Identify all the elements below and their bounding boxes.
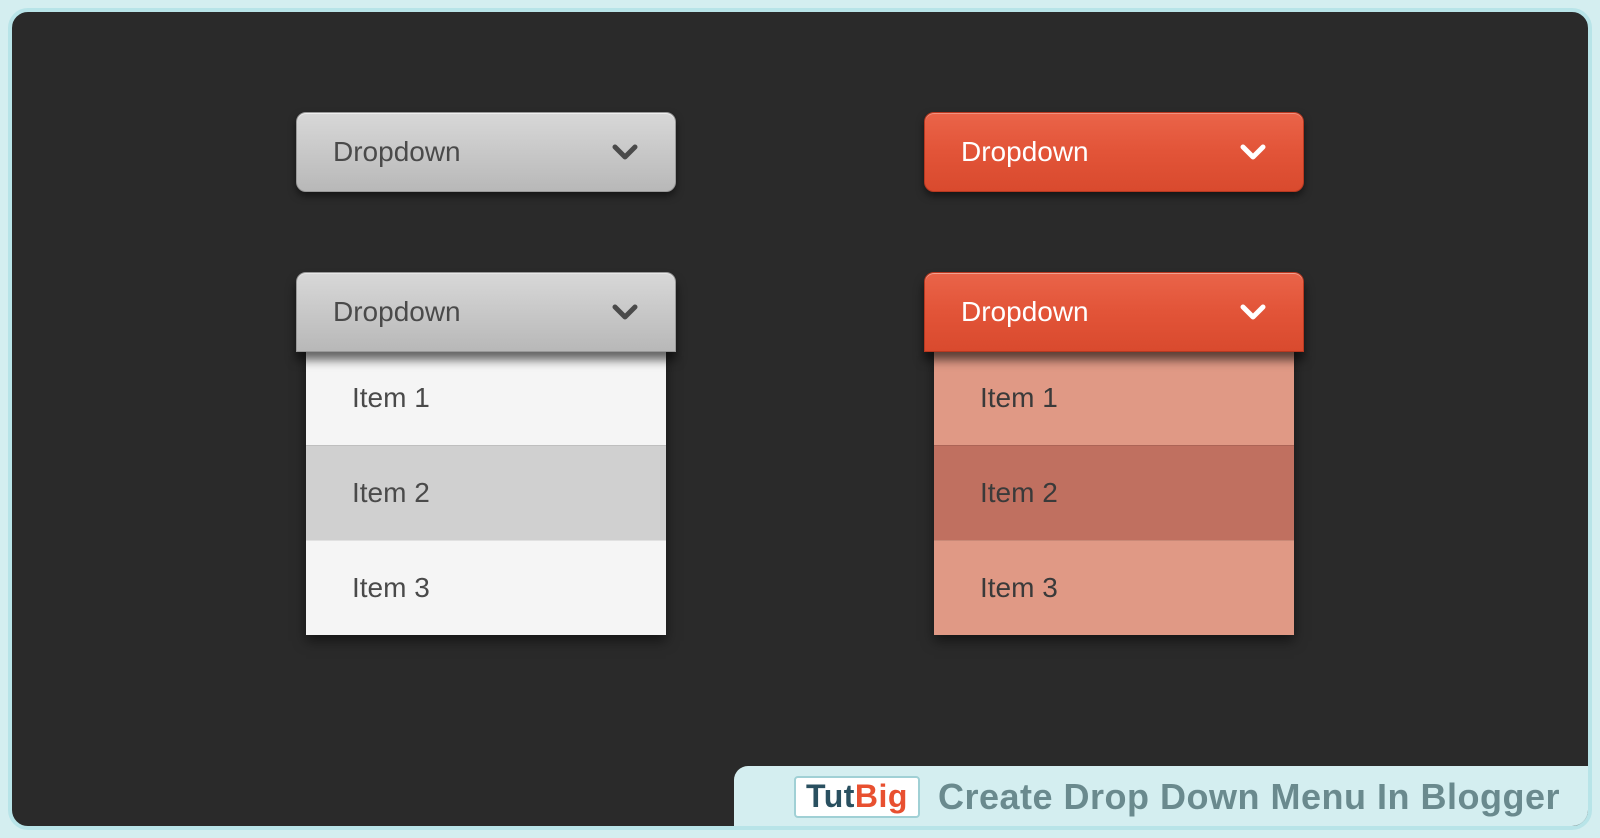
banner-title: Create Drop Down Menu In Blogger <box>938 776 1560 818</box>
dropdown-label: Dropdown <box>961 136 1089 168</box>
dropdown-gray-open[interactable]: Dropdown <box>296 272 676 352</box>
dropdown-item[interactable]: Item 3 <box>934 540 1294 635</box>
footer-banner: Tut Big Create Drop Down Menu In Blogger <box>734 766 1588 826</box>
chevron-down-icon <box>1239 296 1267 328</box>
chevron-down-icon <box>1239 136 1267 168</box>
dropdown-red-open[interactable]: Dropdown <box>924 272 1304 352</box>
chevron-down-icon <box>611 136 639 168</box>
dropdown-item[interactable]: Item 2 <box>306 445 666 540</box>
dropdown-item[interactable]: Item 3 <box>306 540 666 635</box>
dropdown-item-label: Item 3 <box>980 572 1058 604</box>
dropdown-list-red: Item 1 Item 2 Item 3 <box>934 350 1294 635</box>
dropdown-item-label: Item 1 <box>352 382 430 414</box>
dropdown-item[interactable]: Item 2 <box>934 445 1294 540</box>
dropdown-item-label: Item 3 <box>352 572 430 604</box>
content-grid: Dropdown Dropdown Dropdown Item <box>12 12 1588 635</box>
logo-text-part2: Big <box>855 780 908 812</box>
dropdown-label: Dropdown <box>961 296 1089 328</box>
dropdown-item[interactable]: Item 1 <box>306 350 666 445</box>
dropdown-red-open-container: Dropdown Item 1 Item 2 Item 3 <box>924 272 1304 635</box>
chevron-down-icon <box>611 296 639 328</box>
dropdown-gray-open-container: Dropdown Item 1 Item 2 Item 3 <box>296 272 676 635</box>
dropdown-list-gray: Item 1 Item 2 Item 3 <box>306 350 666 635</box>
main-frame: Dropdown Dropdown Dropdown Item <box>8 8 1592 830</box>
dropdown-item-label: Item 2 <box>980 477 1058 509</box>
dropdown-gray-closed[interactable]: Dropdown <box>296 112 676 192</box>
dropdown-item-label: Item 2 <box>352 477 430 509</box>
dropdown-item-label: Item 1 <box>980 382 1058 414</box>
site-logo: Tut Big <box>794 776 920 818</box>
dropdown-red-closed[interactable]: Dropdown <box>924 112 1304 192</box>
dropdown-item[interactable]: Item 1 <box>934 350 1294 445</box>
dropdown-label: Dropdown <box>333 136 461 168</box>
logo-text-part1: Tut <box>806 780 855 812</box>
dropdown-label: Dropdown <box>333 296 461 328</box>
